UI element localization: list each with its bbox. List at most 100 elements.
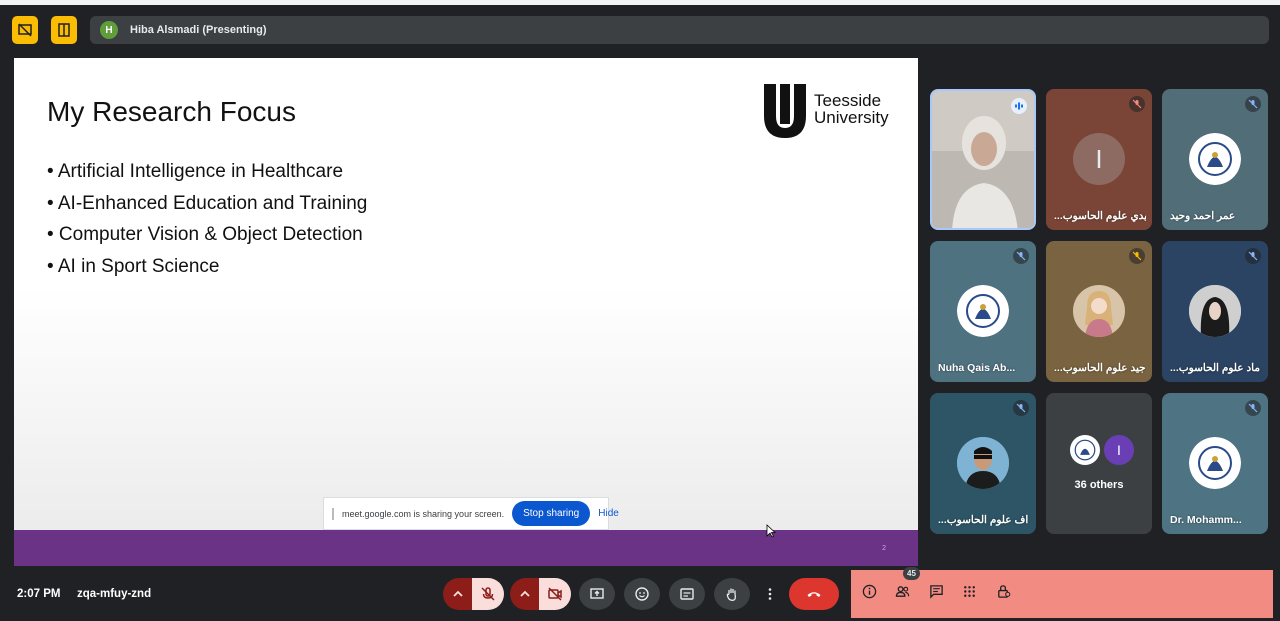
participant-name: عمر احمد وحيد [1170,210,1236,222]
participant-name: ...جيد علوم الحاسوب / [1054,362,1146,374]
participant-tile[interactable]: Nuha Qais Ab... [930,241,1036,382]
camera-toggle-button[interactable] [539,578,571,610]
participant-tile[interactable]: ...ماد علوم الحاسوب / [1162,241,1268,382]
mic-status [1129,248,1145,264]
leave-call-button[interactable] [789,578,839,610]
shared-screen: My Research Focus • Artificial Intellige… [14,58,918,566]
avatar [957,285,1009,337]
slide-bullet: • AI-Enhanced Education and Training [47,192,368,214]
mic-off-icon [1248,99,1258,109]
emoji-icon [635,587,649,601]
mic-off-icon [1248,403,1258,413]
presenter-avatar: H [100,21,118,39]
people-icon [895,585,909,597]
microphone-toggle-button[interactable] [472,578,504,610]
mouse-cursor-icon [766,524,776,538]
participant-name: ...اف علوم الحاسوب / [938,514,1030,526]
university-crest-icon [1070,435,1100,465]
participant-name: Nuha Qais Ab... [938,362,1016,374]
present-screen-button[interactable] [579,578,615,610]
people-count-badge: 45 [903,567,920,580]
slide-bullet: • AI in Sport Science [47,255,220,277]
more-options-button[interactable] [760,578,780,610]
mic-off-icon [1248,251,1258,261]
more-vert-icon [768,588,772,600]
avatar [1073,285,1125,337]
hide-button[interactable]: Hide [598,508,619,519]
speaking-indicator [1011,98,1027,114]
speaking-icon [1015,102,1023,110]
avatar [957,437,1009,489]
mic-status [1013,400,1029,416]
video-settings-button[interactable] [510,578,540,610]
chat-button[interactable] [927,582,945,600]
host-controls-button[interactable] [994,582,1012,600]
mic-status [1245,248,1261,264]
logo-text: Teesside University [814,91,889,127]
avatar: I [1104,435,1134,465]
slide-bullet: • Artificial Intelligence in Healthcare [47,161,344,182]
participant-tile[interactable]: عمر احمد وحيد [1162,89,1268,230]
university-crest-icon [1189,437,1241,489]
mic-status [1013,248,1029,264]
audio-settings-button[interactable] [443,578,473,610]
participant-tile-presenter[interactable] [930,89,1036,230]
others-count: 36 others [1074,479,1124,491]
activities-button[interactable] [960,582,978,600]
stop-sharing-button[interactable]: Stop sharing [512,501,591,526]
mic-off-icon [1016,403,1026,413]
avatar-photo-icon [957,437,1009,489]
hand-icon [726,588,736,601]
drag-handle-icon[interactable] [332,507,334,520]
slide-title: My Research Focus [47,96,296,127]
mic-status [1129,96,1145,112]
participant-tile[interactable]: ...اف علوم الحاسوب / [930,393,1036,534]
mic-off-icon [1016,251,1026,261]
participant-name: Dr. Mohamm... [1170,514,1242,526]
people-button[interactable] [893,582,911,600]
mic-off-icon [1132,99,1142,109]
avatar-illustration-icon [1085,291,1113,337]
participant-name: ...يدي علوم الحاسوب / [1054,210,1146,222]
chevron-up-icon [520,590,530,597]
presenter-bar: H Hiba Alsmadi (Presenting) [90,16,1269,44]
slide-bullet: • Computer Vision & Object Detection [47,224,363,245]
others-tile[interactable]: I 36 others [1046,393,1152,534]
info-icon [862,584,876,598]
avatar: I [1073,133,1125,185]
participant-tile[interactable]: ...جيد علوم الحاسوب / [1046,241,1152,382]
meeting-details-button[interactable] [860,582,878,600]
apps-grid-icon [963,585,975,597]
mic-status [1245,96,1261,112]
avatar [1189,133,1241,185]
participant-tile[interactable]: Dr. Mohamm... [1162,393,1268,534]
present-screen-icon [590,588,604,599]
slide-bullets: • Artificial Intelligence in Healthcare … [47,161,367,287]
camera-off-icon [548,587,562,601]
layout-icon [58,23,70,37]
present-off-icon [18,23,32,37]
teesside-logo: Teesside University [762,82,897,140]
sharing-notification-bar: meet.google.com is sharing your screen. … [323,497,619,530]
mic-off-icon [481,587,495,601]
participant-tile[interactable]: I ...يدي علوم الحاسوب / [1046,89,1152,230]
participant-name: ...ماد علوم الحاسوب / [1170,362,1262,374]
university-crest-icon [957,285,1009,337]
call-end-icon [807,592,821,597]
captions-button[interactable] [669,578,705,610]
teesside-logo-mark [764,84,806,138]
raise-hand-button[interactable] [714,578,750,610]
avatar [1189,437,1241,489]
avatar-photo-icon [1189,285,1241,337]
presentation-view-button[interactable] [51,16,77,44]
others-avatars: I [1070,435,1134,465]
reactions-button[interactable] [624,578,660,610]
lock-person-icon [997,584,1010,598]
chat-icon [929,584,943,599]
meeting-clock: 2:07 PM [17,588,61,600]
mic-status [1245,400,1261,416]
chevron-up-icon [453,590,463,597]
stop-presenting-button[interactable] [12,16,38,44]
presenter-name: Hiba Alsmadi (Presenting) [130,24,267,36]
meeting-code[interactable]: zqa-mfuy-znd [77,588,151,600]
